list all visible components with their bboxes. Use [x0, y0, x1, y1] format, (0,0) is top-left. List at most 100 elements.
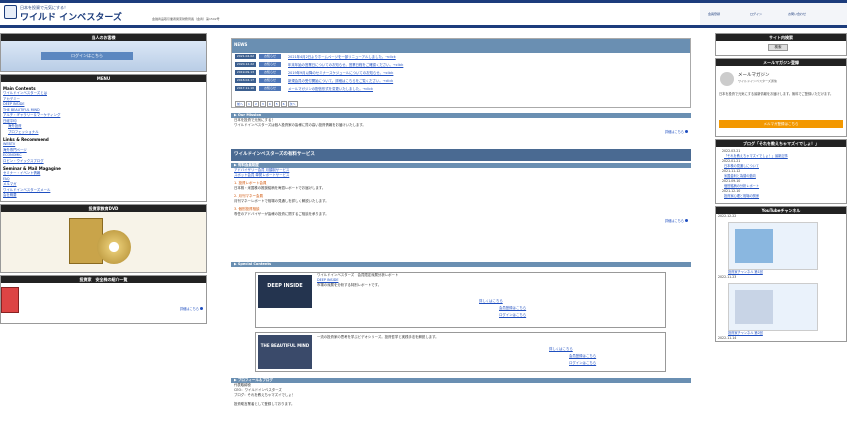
video-date: 2022.11.14 [718, 336, 737, 340]
dvd-title: 投資家教育DVD [1, 204, 206, 212]
member-banner: ログインはこちら [1, 41, 206, 71]
member-title: 当人のお客様 [1, 34, 206, 41]
book-cover-image[interactable] [1, 286, 19, 313]
video-date: 2022.11.23 [718, 275, 737, 279]
news-tag: お知らせ [259, 70, 281, 75]
mailmag-name: メールマガジン [738, 73, 770, 78]
mailmag-sub: ワイルドインベスターズ通信 [738, 79, 777, 83]
search-button[interactable]: 検索 [768, 44, 788, 51]
arrow-icon [200, 306, 203, 310]
news-row: 2020.12.22 お知らせ 年末年始の営業日についてのお知らせ。営業日程をご確認… [232, 61, 690, 69]
service-text: 日本株・米国株の推奨銘柄を毎週レポートでお届けします。 [234, 186, 326, 190]
youtube-box: YouTubeチャンネル 2022.12.22 投資家チャンネル 第1回 202… [715, 206, 847, 342]
news-tag: お知らせ [259, 78, 281, 83]
news-date: 2021.04.02 [235, 54, 256, 59]
menu-item-professional[interactable]: プロフェッショナル [3, 130, 206, 136]
menu-item-company[interactable]: 会社概要 [3, 193, 206, 199]
mailmag-box: メールマガジン登録 メールマガジン ワイルドインベスターズ通信 日本を投資で元気… [715, 58, 847, 137]
deep-inside-image[interactable]: DEEP INSIDE [258, 275, 312, 308]
profile-line: 投資助言業者として登録しております。 [234, 402, 295, 406]
pager-page[interactable]: 3 [259, 101, 266, 107]
profile-section: ▶ プロフィール＆ブログ 代表取締役 CEO：ワイルドインベスターズ ブログ：そ… [231, 378, 691, 407]
mailmag-title: メールマガジン登録 [716, 59, 846, 66]
beautiful-mind-image[interactable]: THE BEAUTIFUL MIND [258, 335, 312, 369]
profile-line: ブログ：それを教えちゃマズイでしょ！ [234, 393, 296, 397]
news-link[interactable]: メールマガジンの配信形式を変更いたしました。→click [288, 86, 373, 91]
services-title: ワイルドインベスターズの有料サービス [231, 149, 691, 161]
mission-more-link[interactable]: 詳細はこちら [231, 128, 691, 135]
dvd-box: 投資家教育DVD [0, 203, 207, 273]
blog-link[interactable]: 投資家心理と相場の関係 [720, 194, 846, 199]
blog-title: ブログ「それを教えちゃマズイでしょ！」 [716, 140, 846, 147]
menu-title: MENU [1, 75, 206, 82]
video-image [735, 229, 773, 263]
news-date: 2019.09.13 [235, 70, 256, 75]
mailmag-avatar [720, 72, 734, 86]
pager-page[interactable]: 4 [266, 101, 273, 107]
pager-page[interactable]: 6 [280, 101, 287, 107]
beautiful-mind-link[interactable]: ログインはこちら [566, 361, 596, 366]
books-title: 投資家 安全株の紹介一覧 [1, 275, 206, 283]
beautiful-mind-link[interactable]: 詳しくはこちら [546, 347, 573, 352]
news-tag: お知らせ [259, 62, 281, 67]
pager-prev[interactable]: 前へ [235, 101, 246, 107]
news-link[interactable]: 2019年9月以降のセミナースケジュールについてのお知らせ。→click [288, 70, 393, 75]
menu-item-blog[interactable]: ロビン・ウイックスブログ [3, 159, 206, 165]
logo-mark-icon [4, 5, 17, 19]
news-link[interactable]: 年末年始の営業日についてのお知らせ。営業日程をご確認ください。→click [288, 62, 403, 67]
news-link[interactable]: 新規会員の受付開始について。詳細はこちらをご覧ください。→click [288, 78, 393, 83]
header-links: 会員登録 ログイン お問い合わせ [700, 3, 847, 25]
deep-inside-link[interactable]: 詳しくはこちら [476, 299, 503, 304]
member-login-button[interactable]: ログインはこちら [41, 52, 133, 60]
search-box: サイト内検索 検索 [715, 33, 847, 56]
news-date: 2017.11.10 [235, 86, 256, 91]
arrow-icon [685, 219, 688, 222]
left-sidebar: 当人のお客様 ログインはこちら MENU Main Contents ワイルドイ… [0, 33, 207, 326]
beautiful-mind-box: THE BEAUTIFUL MIND 一流の投資家の思考を学ぶビデオシリーズ。投… [255, 332, 666, 372]
beautiful-mind-link[interactable]: 会員登録はこちら [566, 354, 596, 359]
news-row: 2017.11.10 お知らせ メールマガジンの配信形式を変更いたしました。→cli… [232, 85, 690, 93]
services-section: ワイルドインベスターズの有料サービス ▶ 有料会員制度 アドバイザリー会員 月額… [231, 149, 691, 224]
beautiful-mind-text: 一流の投資家の思考を学ぶビデオシリーズ。投資哲学と実践手法を解説します。 [317, 335, 439, 339]
news-tag: お知らせ [259, 54, 281, 59]
news-tag: お知らせ [259, 86, 281, 91]
dvd-disc-image [97, 229, 131, 264]
news-row: 2021.04.02 お知らせ 2021年4月2日よりホームページを一部リニューアル… [232, 53, 690, 61]
deep-inside-link[interactable]: ログインはこちら [496, 313, 526, 318]
news-link[interactable]: 2021年4月2日よりホームページを一部リニューアルしました。→click [288, 54, 396, 59]
mission-section: ▶ Our Mission 日本を投資で元気にする！ ワイルドインベスターズは個… [231, 113, 691, 135]
deep-inside-box: DEEP INSIDE ワイルドインベスターズ 会員限定深層分析レポート DEE… [255, 272, 666, 328]
pager-page[interactable]: 1 [246, 101, 252, 107]
news-row: 2019.09.13 お知らせ 2019年9月以降のセミナースケジュールについてのお… [232, 69, 690, 77]
news-pager: 前へ 1 2 3 4 5 6 次へ [235, 101, 299, 107]
video-image [735, 290, 773, 324]
deep-inside-desc: 市場の深層を分析する特別レポートです。 [317, 283, 382, 287]
site-logo[interactable]: ワイルド インベスターズ [20, 10, 122, 23]
special-title: ▶ Special Contents [231, 262, 691, 267]
news-box: NEWS 2021.04.02 お知らせ 2021年4月2日よりホームページを一部リ… [231, 38, 691, 108]
deep-inside-link[interactable]: 会員登録はこちら [496, 306, 526, 311]
video-thumbnail[interactable] [728, 222, 818, 270]
news-date: 2018.04.17 [235, 78, 256, 83]
mailmag-register-button[interactable]: メルマガ登録はこちら [719, 120, 843, 128]
news-date: 2020.12.22 [235, 62, 256, 67]
pager-next[interactable]: 次へ [287, 101, 298, 107]
pager-page[interactable]: 5 [273, 101, 280, 107]
service-text: 月刊マネーレポートで相場の見通しを詳しく解説いたします。 [234, 199, 329, 203]
service-link[interactable]: スポット会員 単発レポートサービス [231, 173, 691, 178]
youtube-title: YouTubeチャンネル [716, 207, 846, 214]
video-date: 2022.12.22 [718, 214, 737, 218]
pager-page[interactable]: 2 [252, 101, 259, 107]
video-thumbnail[interactable] [728, 283, 818, 331]
blog-box: ブログ「それを教えちゃマズイでしょ！」 2022.03.21 「それを教えちゃマズ… [715, 139, 847, 204]
books-more-link[interactable]: 詳細はこちら [177, 305, 206, 312]
arrow-icon [685, 130, 688, 133]
news-row: 2018.04.17 お知らせ 新規会員の受付開始について。詳細はこちらをご覧くださ… [232, 77, 690, 85]
header-link-login[interactable]: ログイン [750, 12, 762, 16]
header-link-contact[interactable]: お問い合わせ [788, 12, 806, 16]
header-link-register[interactable]: 会員登録 [708, 12, 720, 16]
search-title: サイト内検索 [716, 34, 846, 41]
services-more-link[interactable]: 詳細はこちら [231, 217, 691, 224]
dvd-banner[interactable] [1, 211, 206, 272]
right-sidebar: サイト内検索 検索 メールマガジン登録 メールマガジン ワイルドインベスターズ通… [715, 33, 847, 344]
